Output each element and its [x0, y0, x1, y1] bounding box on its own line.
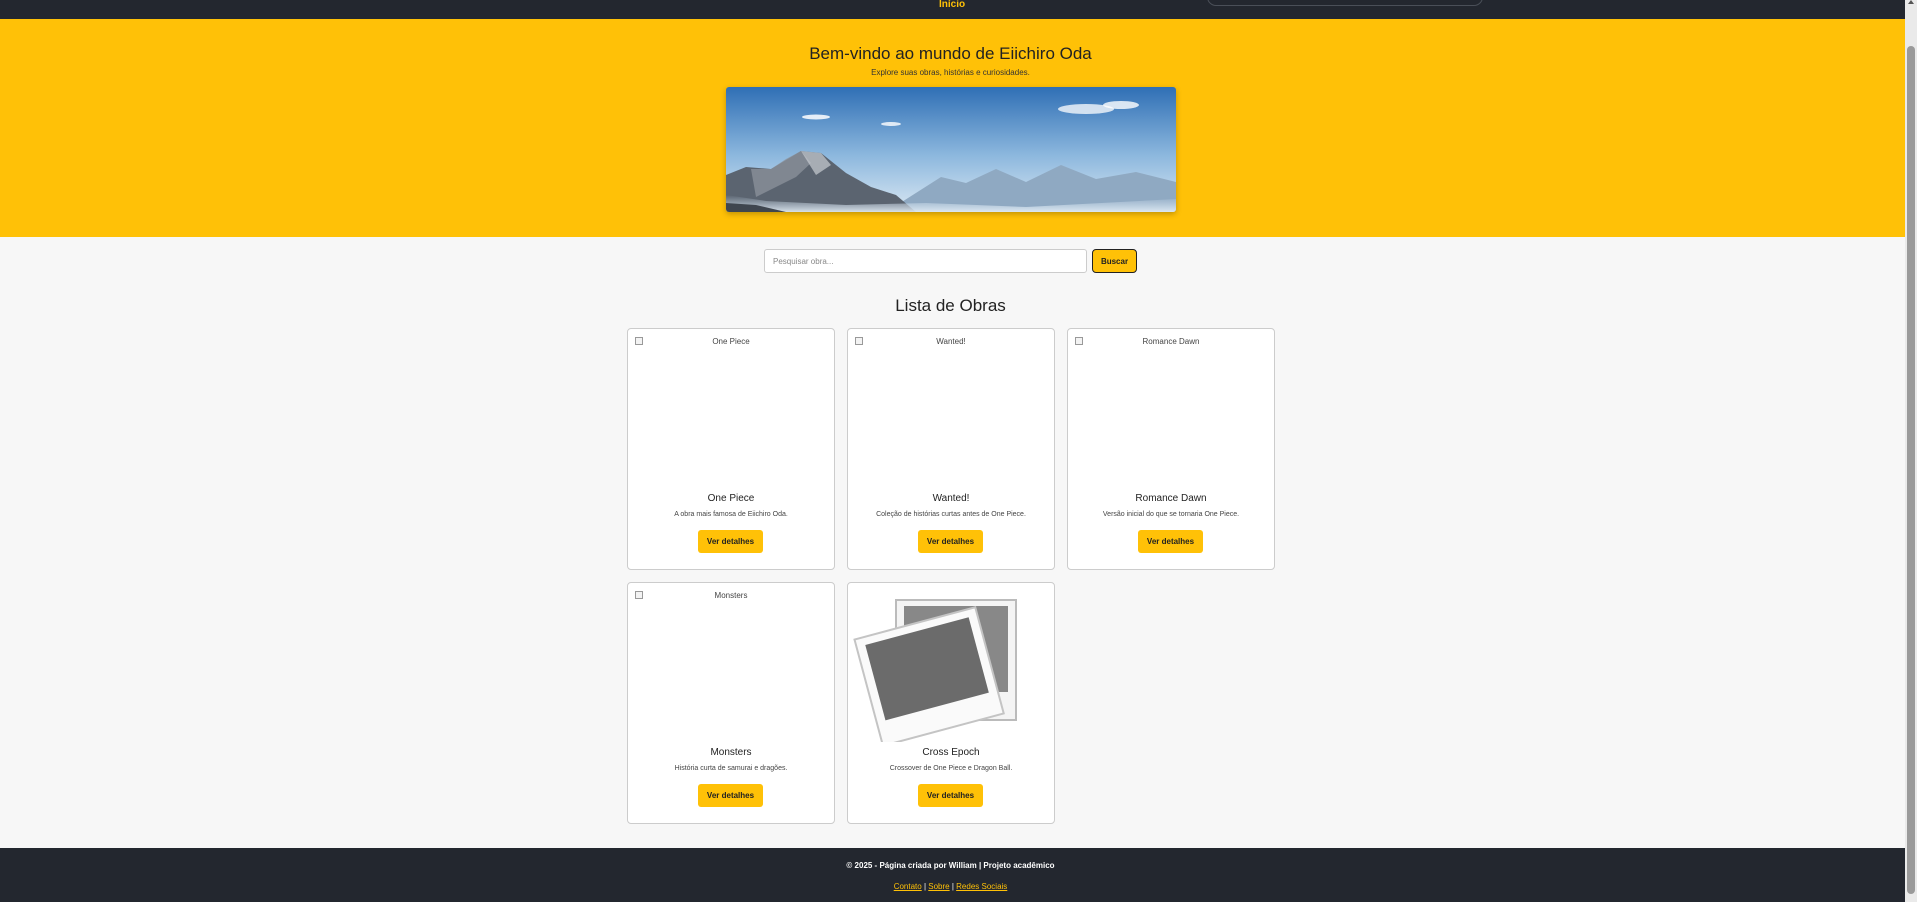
- image-alt-text: Wanted!: [936, 337, 966, 346]
- hero-title: Bem-vindo ao mundo de Eiichiro Oda: [809, 44, 1092, 63]
- footer-links: Contato | Sobre | Redes Sociais: [0, 882, 1901, 891]
- image-alt-text: Monsters: [714, 591, 748, 600]
- card-title: Romance Dawn: [1135, 493, 1207, 504]
- page: Início Bem-vindo ao mundo de Eiichiro Od…: [0, 0, 1905, 902]
- details-button[interactable]: Ver detalhes: [698, 784, 763, 807]
- footer-copyright: © 2025 - Página criada por William | Pro…: [846, 861, 1055, 870]
- top-navbar: Início: [0, 0, 1905, 19]
- card-cross-epoch: Cross Epoch Crossover de One Piece e Dra…: [847, 582, 1055, 824]
- hero-banner-image: [726, 87, 1176, 212]
- card-description: Versão inicial do que se tornaria One Pi…: [1102, 511, 1240, 518]
- card-title: Cross Epoch: [922, 747, 980, 758]
- card-image: One Piece: [628, 335, 834, 475]
- card-wanted: Wanted! Wanted! Coleção de histórias cur…: [847, 328, 1055, 570]
- nav-link-inicio[interactable]: Início: [939, 0, 965, 10]
- scrollbar-thumb[interactable]: [1907, 46, 1915, 894]
- card-one-piece: One Piece One Piece A obra mais famosa d…: [627, 328, 835, 570]
- card-title: Wanted!: [932, 493, 970, 504]
- footer: © 2025 - Página criada por William | Pro…: [0, 848, 1905, 902]
- card-title: Monsters: [710, 747, 752, 758]
- card-description: A obra mais famosa de Eiichiro Oda.: [674, 511, 788, 518]
- details-button[interactable]: Ver detalhes: [918, 530, 983, 553]
- card-description: História curta de samurai e dragões.: [674, 765, 788, 772]
- scroll-up-arrow-icon[interactable]: [1908, 0, 1914, 4]
- details-button[interactable]: Ver detalhes: [918, 784, 983, 807]
- details-button[interactable]: Ver detalhes: [1138, 530, 1203, 553]
- footer-link-redes-sociais[interactable]: Redes Sociais: [956, 882, 1007, 891]
- card-title: One Piece: [707, 493, 755, 504]
- card-monsters: Monsters Monsters História curta de samu…: [627, 582, 835, 824]
- card-image: Monsters: [628, 589, 834, 729]
- section-title: Lista de Obras: [895, 296, 1006, 315]
- card-romance-dawn: Romance Dawn Romance Dawn Versão inicial…: [1067, 328, 1275, 570]
- card-description: Coleção de histórias curtas antes de One…: [876, 511, 1026, 518]
- card-image: Wanted!: [848, 335, 1054, 475]
- footer-link-contato[interactable]: Contato: [894, 882, 922, 891]
- image-alt-text: Romance Dawn: [1142, 337, 1200, 346]
- card-image: Romance Dawn: [1068, 335, 1274, 475]
- hero-subtitle: Explore suas obras, histórias e curiosid…: [871, 68, 1030, 77]
- hero-section: Bem-vindo ao mundo de Eiichiro Oda Explo…: [0, 19, 1905, 237]
- card-description: Crossover de One Piece e Dragon Ball.: [889, 765, 1013, 772]
- image-placeholder-icon: [848, 589, 1054, 742]
- nav-search-box[interactable]: [1207, 0, 1483, 6]
- details-button[interactable]: Ver detalhes: [698, 530, 763, 553]
- footer-link-sobre[interactable]: Sobre: [928, 882, 949, 891]
- search-input[interactable]: [764, 249, 1087, 273]
- search-button[interactable]: Buscar: [1092, 249, 1137, 273]
- image-alt-text: One Piece: [712, 337, 750, 346]
